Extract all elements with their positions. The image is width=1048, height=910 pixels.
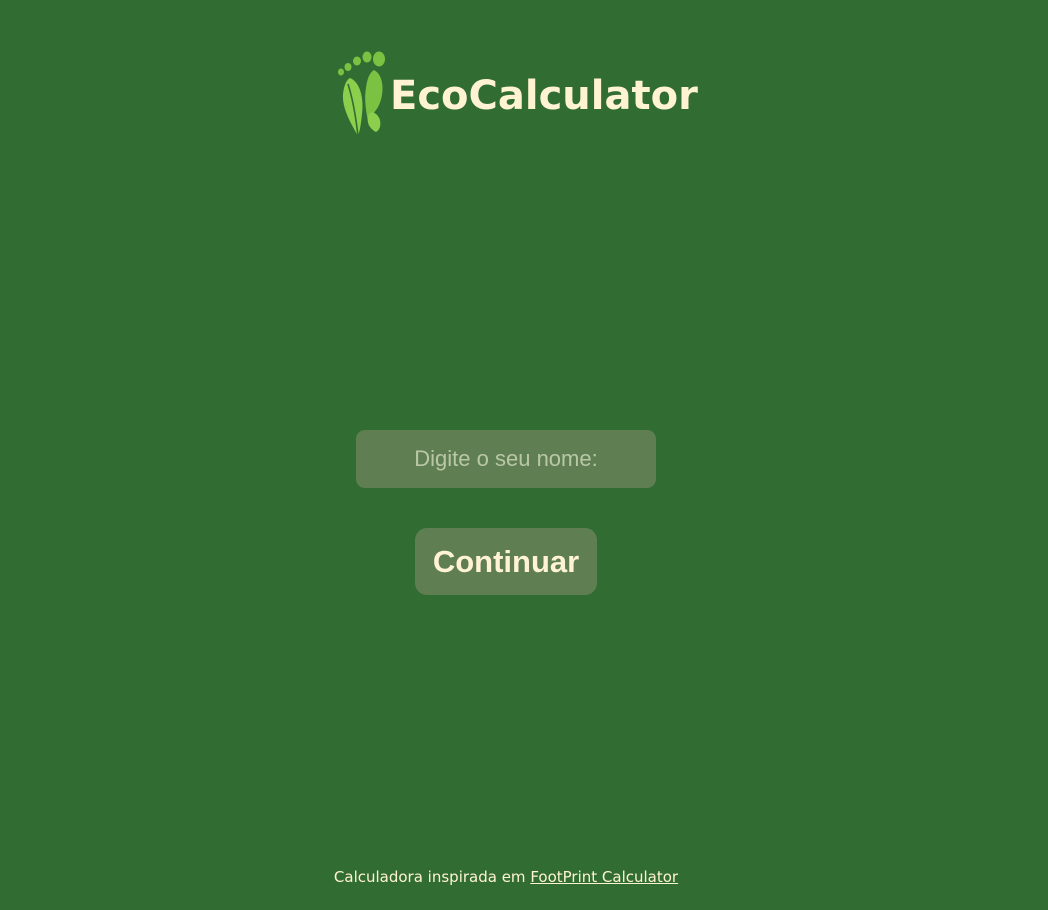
footer-text: Calculadora inspirada em <box>333 868 531 886</box>
brand-name: EcoCalculator <box>390 73 698 119</box>
footprint-calculator-link[interactable]: FootPrint Calculator <box>530 868 678 886</box>
leaf-footprint-icon <box>338 51 385 137</box>
footer: Calculadora inspirada em FootPrint Calcu… <box>0 868 1012 886</box>
brand-logo: EcoCalculator <box>336 48 698 138</box>
name-input[interactable] <box>356 430 656 488</box>
continue-button[interactable]: Continuar <box>415 528 597 595</box>
